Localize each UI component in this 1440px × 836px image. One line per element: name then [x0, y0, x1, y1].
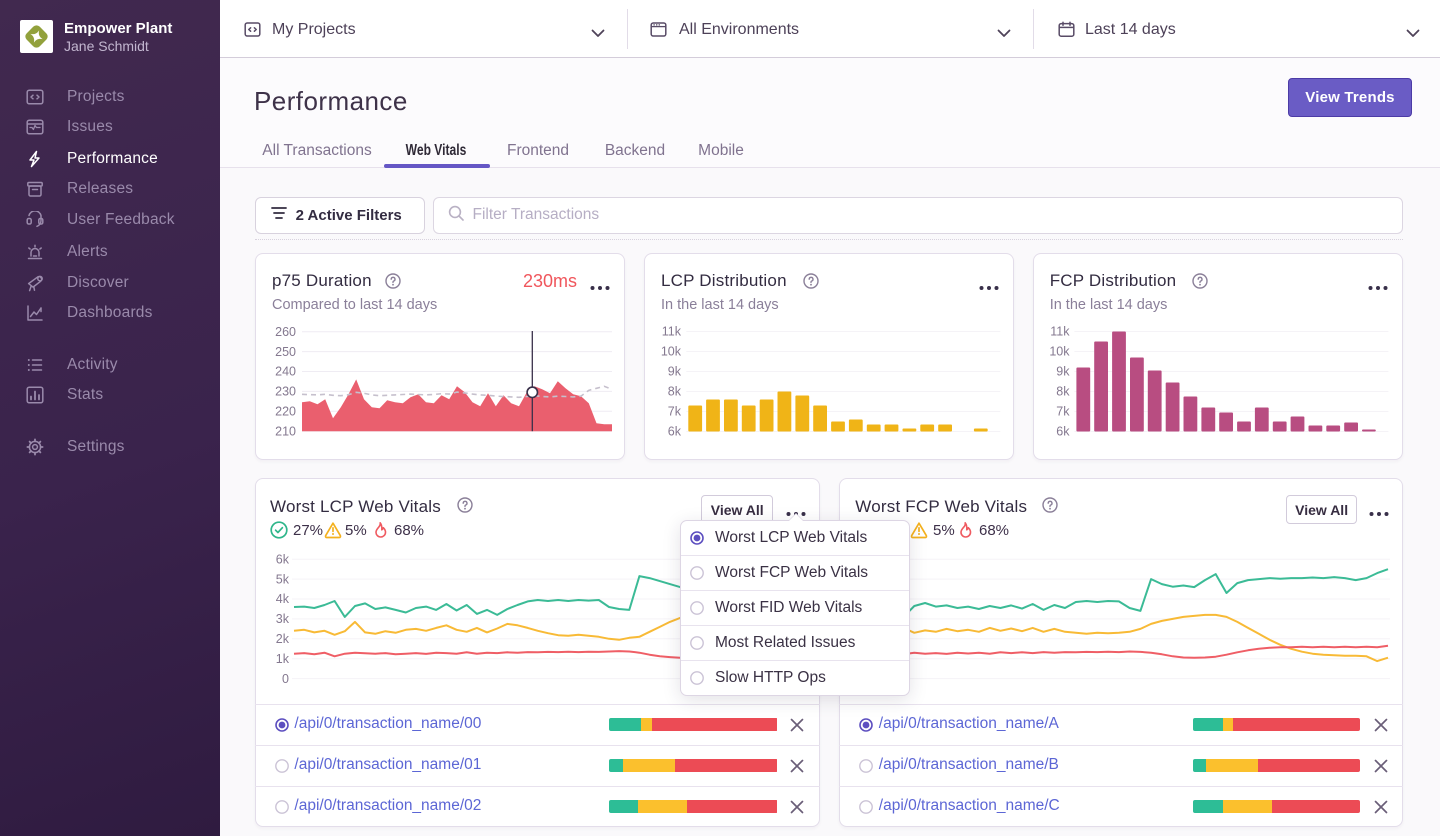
- svg-text:10k: 10k: [661, 345, 682, 359]
- svg-text:9k: 9k: [668, 365, 682, 379]
- svg-text:11k: 11k: [1050, 325, 1070, 339]
- svg-text:240: 240: [275, 365, 296, 379]
- svg-text:0: 0: [282, 672, 289, 686]
- svg-text:6k: 6k: [1056, 425, 1070, 439]
- svg-text:250: 250: [275, 345, 296, 359]
- svg-text:4k: 4k: [276, 592, 290, 606]
- svg-text:6k: 6k: [276, 552, 290, 566]
- svg-text:8k: 8k: [668, 385, 682, 399]
- svg-text:7k: 7k: [1056, 405, 1070, 419]
- svg-text:220: 220: [275, 405, 296, 419]
- svg-text:10k: 10k: [1049, 345, 1070, 359]
- svg-text:6k: 6k: [668, 425, 682, 439]
- svg-text:3k: 3k: [276, 612, 290, 626]
- svg-text:9k: 9k: [1056, 365, 1070, 379]
- svg-text:11k: 11k: [662, 325, 682, 339]
- svg-text:230: 230: [275, 385, 296, 399]
- svg-text:2k: 2k: [276, 632, 290, 646]
- svg-text:7k: 7k: [668, 405, 682, 419]
- svg-text:260: 260: [275, 325, 296, 339]
- svg-text:8k: 8k: [1056, 385, 1070, 399]
- svg-text:210: 210: [275, 424, 296, 438]
- svg-text:5k: 5k: [276, 572, 290, 586]
- svg-text:1k: 1k: [276, 652, 290, 666]
